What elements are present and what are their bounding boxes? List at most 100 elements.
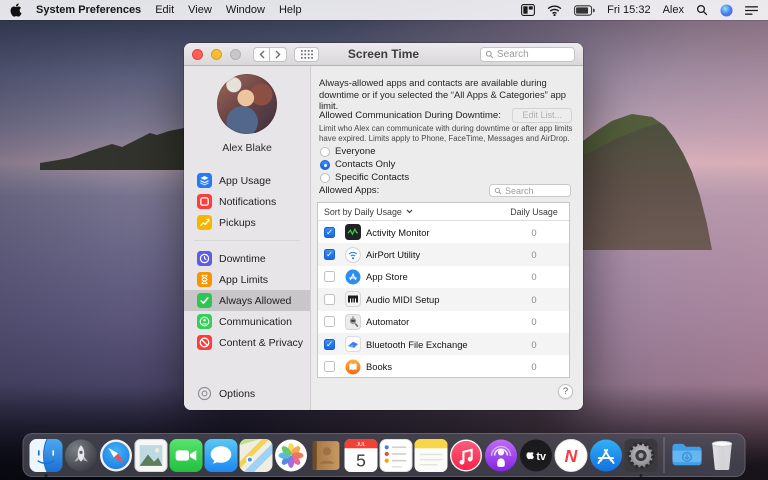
dock-music-icon[interactable] (450, 439, 483, 472)
sidebar-item-app-usage[interactable]: App Usage (184, 170, 310, 191)
sidebar-item-notifications[interactable]: Notifications (184, 191, 310, 212)
menu-bar-user[interactable]: Alex (663, 4, 684, 16)
user-name: Alex Blake (222, 142, 272, 154)
sidebar-item-downtime[interactable]: Downtime (184, 248, 310, 269)
table-row-audio-midi-setup[interactable]: Audio MIDI Setup 0 (318, 288, 569, 311)
svg-text:JUL: JUL (356, 442, 365, 448)
search-icon (485, 50, 494, 58)
show-all-grid-button[interactable] (294, 46, 319, 62)
dock-safari-icon[interactable] (100, 439, 133, 472)
dock-photos-icon[interactable] (275, 439, 308, 472)
books-icon (345, 359, 361, 375)
communication-section-label: Allowed Communication During Downtime: (319, 110, 501, 121)
titlebar-search-field[interactable]: Search (480, 46, 575, 62)
app-name: Books (366, 361, 393, 373)
daily-usage-value: 0 (531, 316, 537, 328)
table-row-books[interactable]: Books 0 (318, 355, 569, 377)
dock-app-store-icon[interactable] (590, 439, 623, 472)
dock-finder-icon[interactable] (29, 438, 63, 477)
dock-launchpad-icon[interactable] (65, 439, 98, 472)
siri-icon[interactable] (720, 3, 733, 17)
dock-downloads-icon[interactable] (671, 439, 704, 472)
table-row-automator[interactable]: Automator 0 (318, 311, 569, 333)
dock-contacts-icon[interactable] (310, 439, 343, 472)
apps-search-field[interactable]: Search (489, 184, 571, 197)
sidebar-item-content-privacy[interactable]: Content & Privacy (184, 332, 310, 353)
app-checkbox[interactable] (324, 361, 335, 373)
back-button[interactable] (253, 46, 270, 62)
help-button[interactable]: ? (558, 384, 573, 399)
edit-list-button[interactable]: Edit List... (512, 108, 572, 123)
spotlight-icon[interactable] (696, 4, 708, 16)
table-row-activity-monitor[interactable]: ✓ Activity Monitor 0 (318, 221, 569, 243)
menu-help[interactable]: Help (279, 4, 302, 16)
menu-view[interactable]: View (188, 4, 212, 16)
menu-window[interactable]: Window (226, 4, 265, 16)
nav-buttons (253, 46, 287, 62)
battery-icon[interactable] (574, 4, 595, 16)
minimize-button[interactable] (211, 48, 222, 60)
daily-usage-value: 0 (531, 338, 537, 350)
allowed-apps-table: Sort by Daily Usage Daily Usage ✓ Activi… (317, 202, 570, 378)
table-row-airport-utility[interactable]: ✓ AirPort Utility 0 (318, 243, 569, 266)
radio-specific-contacts[interactable]: Specific Contacts (320, 171, 409, 184)
menu-bar-clock[interactable]: Fri 15:32 (607, 4, 650, 16)
radio-button[interactable] (320, 146, 330, 157)
window-tile-icon[interactable] (521, 4, 536, 16)
svg-text:N: N (565, 446, 578, 466)
menu-system-preferences[interactable]: System Preferences (36, 4, 141, 16)
sidebar-item-app-limits[interactable]: App Limits (184, 269, 310, 290)
user-avatar[interactable] (217, 74, 277, 134)
radio-button[interactable] (320, 159, 330, 170)
sidebar-item-pickups[interactable]: Pickups (184, 212, 310, 233)
radio-everyone[interactable]: Everyone (320, 145, 409, 158)
dock-maps-icon[interactable] (239, 438, 273, 472)
daily-usage-value: 0 (531, 271, 537, 283)
app-checkbox[interactable]: ✓ (324, 249, 335, 261)
app-name: AirPort Utility (366, 249, 421, 261)
window-titlebar[interactable]: Screen Time Search (184, 43, 583, 66)
table-header: Sort by Daily Usage Daily Usage (318, 203, 569, 221)
communication-description: Limit who Alex can communicate with duri… (319, 124, 573, 144)
dock-messages-icon[interactable] (204, 438, 238, 472)
dock-reminders-icon[interactable] (379, 438, 413, 472)
sidebar-item-label: Always Allowed (219, 294, 292, 307)
dock-tv-icon[interactable]: tv (520, 439, 553, 472)
dock-news-icon[interactable]: N (554, 438, 588, 472)
zoom-button-disabled (230, 48, 241, 60)
app-checkbox[interactable] (324, 271, 335, 283)
app-checkbox[interactable]: ✓ (324, 226, 335, 238)
notification-center-icon[interactable] (745, 5, 758, 16)
sidebar-item-label: App Usage (219, 174, 271, 187)
app-checkbox[interactable] (324, 316, 335, 328)
dock-trash-icon[interactable] (706, 439, 739, 472)
sort-label: Sort by Daily Usage (324, 206, 402, 217)
dock-system-preferences-icon[interactable] (624, 438, 658, 477)
apple-menu-icon[interactable] (10, 3, 22, 17)
dock-facetime-icon[interactable] (169, 438, 203, 472)
app-checkbox[interactable]: ✓ (324, 338, 335, 350)
radio-label: Contacts Only (335, 159, 396, 170)
sidebar-item-label: Pickups (219, 216, 256, 229)
sidebar-item-communication[interactable]: Communication (184, 311, 310, 332)
radio-contacts-only[interactable]: Contacts Only (320, 158, 409, 171)
sidebar-item-always-allowed[interactable]: Always Allowed (184, 290, 310, 311)
always-allowed-pane: Always-allowed apps and contacts are ava… (311, 66, 583, 410)
sidebar-item-label: Downtime (219, 252, 266, 265)
menu-edit[interactable]: Edit (155, 4, 174, 16)
allowed-apps-label: Allowed Apps: (319, 185, 380, 196)
table-row-app-store[interactable]: App Store 0 (318, 266, 569, 288)
sidebar-item-options[interactable]: Options (197, 386, 255, 401)
app-checkbox[interactable] (324, 293, 335, 305)
menu-bar-status: Fri 15:32 Alex (521, 3, 758, 17)
sort-by-daily-usage-control[interactable]: Sort by Daily Usage (318, 207, 499, 217)
dock-notes-icon[interactable] (414, 438, 448, 472)
forward-button[interactable] (270, 46, 287, 62)
table-row-bluetooth-file-exchange[interactable]: ✓ Bluetooth File Exchange 0 (318, 332, 569, 356)
dock-calendar-icon[interactable]: JUL 5 (344, 438, 378, 472)
wifi-icon[interactable] (547, 5, 562, 16)
dock-podcasts-icon[interactable] (485, 439, 518, 472)
radio-button[interactable] (320, 172, 330, 183)
close-button[interactable] (192, 48, 203, 60)
dock-preview-icon[interactable] (134, 438, 168, 472)
